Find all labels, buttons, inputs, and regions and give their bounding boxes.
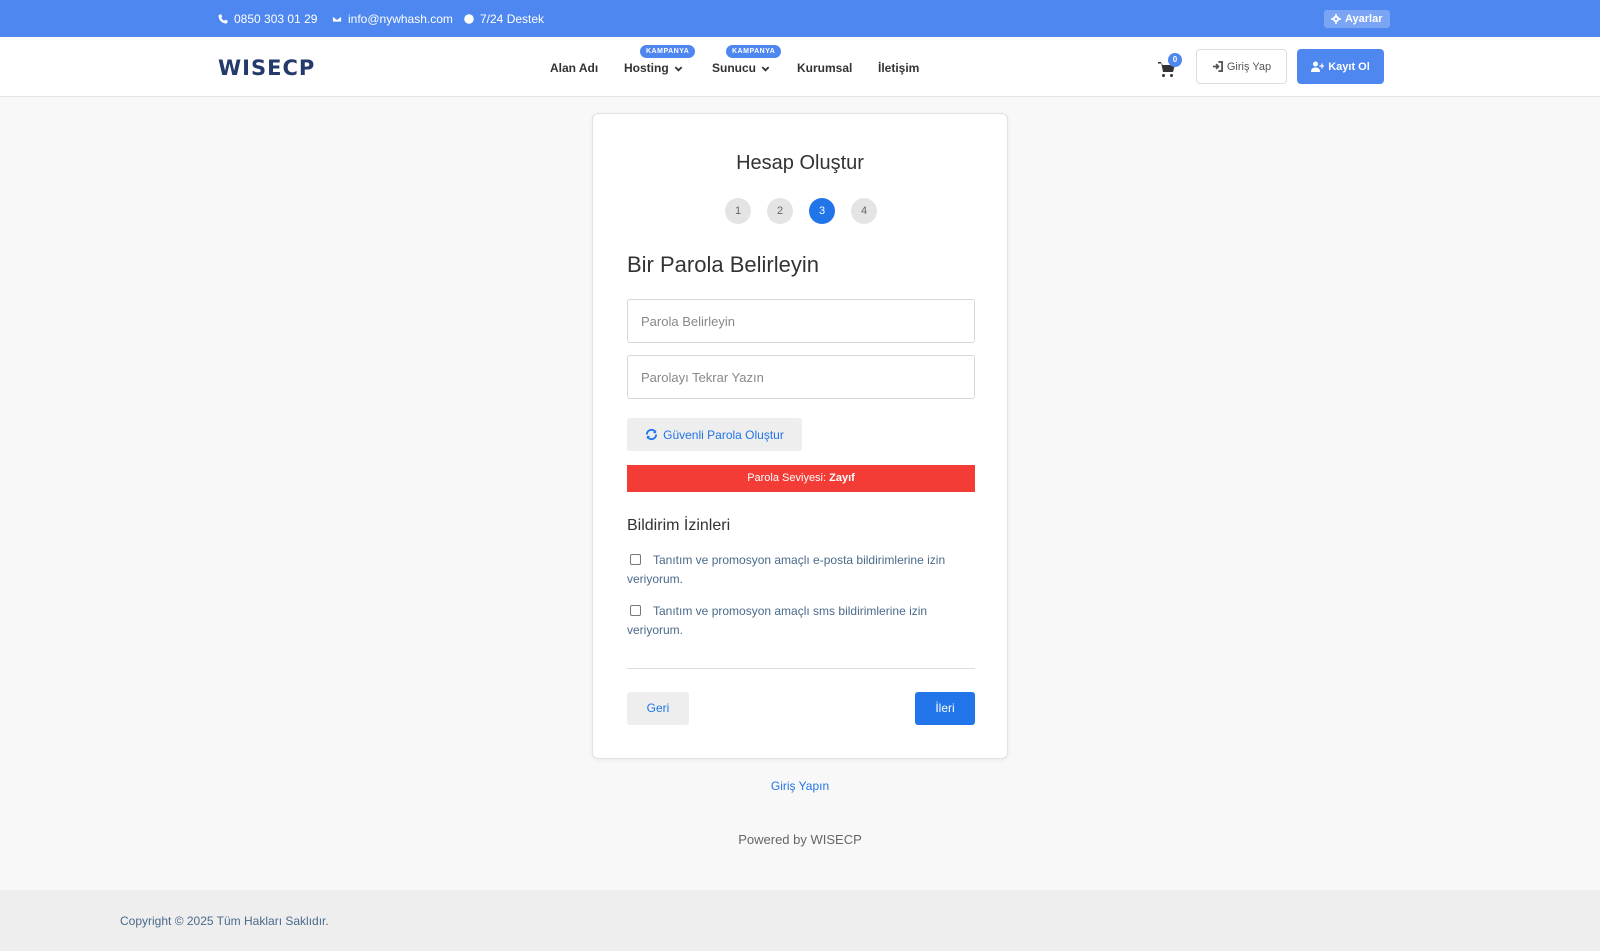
divider (627, 668, 975, 669)
chevron-down-icon (674, 66, 682, 72)
copyright: Copyright © 2025 Tüm Hakları Saklıdır. (120, 914, 329, 928)
password-input[interactable] (627, 299, 975, 343)
sign-in-icon (1212, 61, 1223, 72)
phone-number: 0850 303 01 29 (234, 12, 318, 26)
step-4: 4 (851, 198, 877, 224)
user-plus-icon (1311, 61, 1325, 72)
nav-label: İletişim (878, 61, 920, 75)
chevron-down-icon (761, 66, 770, 72)
next-button[interactable]: İleri (915, 692, 975, 725)
register-label: Kayıt Ol (1328, 60, 1370, 73)
login-link[interactable]: Giriş Yapın (0, 779, 1600, 793)
settings-label: Ayarlar (1345, 13, 1383, 25)
step-1: 1 (725, 198, 751, 224)
email-info[interactable]: info@nywhash.com (332, 12, 453, 26)
step-indicator: 1 2 3 4 (725, 198, 877, 224)
password-repeat-input[interactable] (627, 355, 975, 399)
strength-value: Zayıf (829, 472, 855, 484)
nav-item-iletisim[interactable]: İletişim (878, 61, 919, 75)
sms-permission-label: Tanıtım ve promosyon amaçlı sms bildirim… (627, 604, 928, 637)
phone-info[interactable]: 0850 303 01 29 (218, 12, 317, 26)
sms-permission-checkbox[interactable] (630, 605, 641, 616)
cart-button[interactable]: 0 (1158, 53, 1182, 79)
nav-item-alan-adi[interactable]: Alan Adı (550, 61, 598, 75)
card-title: Hesap Oluştur (736, 152, 864, 174)
main-header: WISECP Alan Adı KAMPANYA Hosting KAMPANY… (0, 37, 1600, 97)
email-address: info@nywhash.com (348, 12, 453, 26)
campaign-badge: KAMPANYA (726, 45, 782, 58)
nav-item-hosting[interactable]: Hosting (624, 61, 683, 75)
step-2: 2 (767, 198, 793, 224)
login-button[interactable]: Giriş Yap (1196, 49, 1287, 84)
nav-label: Kurumsal (797, 61, 853, 75)
support-info[interactable]: 7/24 Destek (464, 12, 544, 26)
support-label: 7/24 Destek (480, 12, 545, 26)
powered-by: Powered by WISECP (738, 832, 862, 847)
permissions-title: Bildirim İzinleri (627, 517, 731, 534)
password-strength-bar: Parola Seviyesi: Zayıf (627, 465, 975, 492)
gear-icon (1331, 14, 1341, 24)
generate-password-label: Güvenli Parola Oluştur (663, 427, 784, 442)
generate-password-button[interactable]: Güvenli Parola Oluştur (627, 418, 802, 451)
site-logo[interactable]: WISECP (218, 56, 315, 80)
footer: Copyright © 2025 Tüm Hakları Saklıdır. (0, 890, 1600, 951)
nav-label: Sunucu (712, 61, 756, 75)
nav-label: Hosting (624, 61, 669, 75)
phone-icon (218, 14, 228, 24)
step-3: 3 (809, 198, 835, 224)
campaign-badge: KAMPANYA (640, 45, 696, 58)
top-info-bar: 0850 303 01 29 info@nywhash.com 7/24 Des… (0, 0, 1600, 37)
nav-label: Alan Adı (550, 61, 599, 75)
login-label: Giriş Yap (1226, 60, 1272, 73)
cart-count-badge: 0 (1168, 53, 1182, 67)
email-permission: Tanıtım ve promosyon amaçlı e-posta bild… (627, 551, 975, 589)
email-permission-checkbox[interactable] (630, 554, 641, 565)
envelope-icon (332, 15, 342, 23)
refresh-icon (646, 428, 658, 441)
nav-item-sunucu[interactable]: Sunucu (712, 61, 770, 75)
back-button[interactable]: Geri (627, 692, 689, 725)
login-link-label[interactable]: Giriş Yapın (771, 779, 829, 793)
strength-label: Parola Seviyesi: (747, 472, 827, 484)
register-card: Hesap Oluştur 1 2 3 4 Bir Parola Belirle… (592, 113, 1008, 759)
section-title: Bir Parola Belirleyin (627, 252, 819, 277)
clock-icon (464, 14, 474, 24)
email-permission-label: Tanıtım ve promosyon amaçlı e-posta bild… (627, 553, 946, 586)
settings-button[interactable]: Ayarlar (1324, 10, 1390, 28)
register-button[interactable]: Kayıt Ol (1297, 49, 1384, 84)
nav-item-kurumsal[interactable]: Kurumsal (797, 61, 852, 75)
sms-permission: Tanıtım ve promosyon amaçlı sms bildirim… (627, 602, 975, 640)
